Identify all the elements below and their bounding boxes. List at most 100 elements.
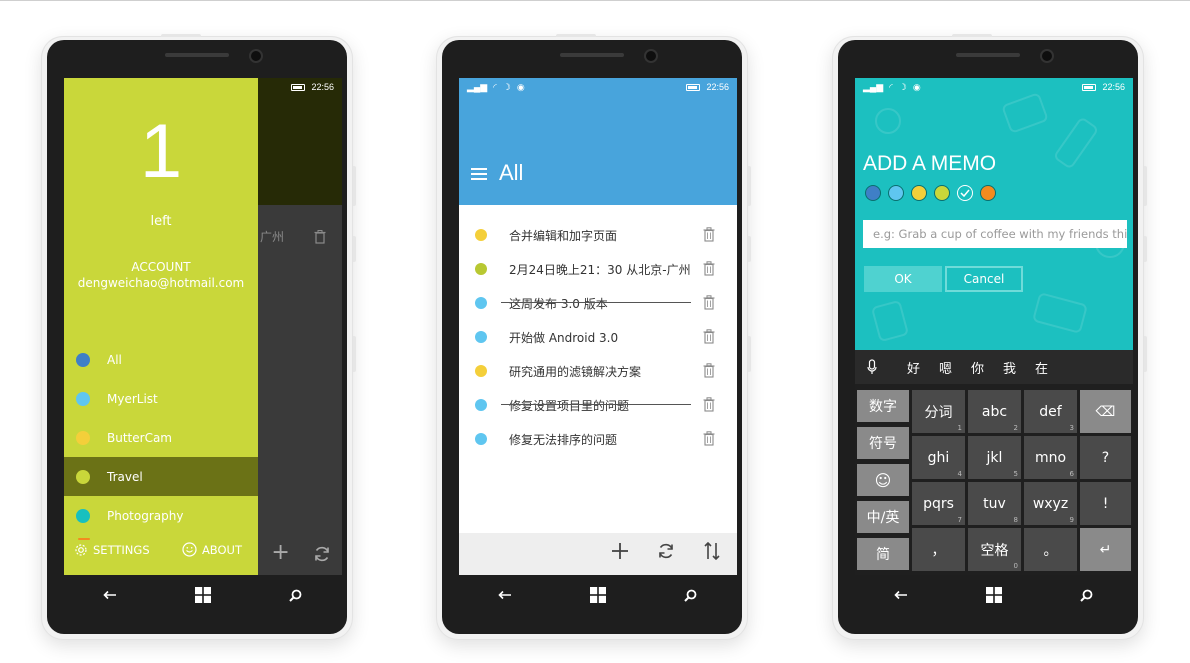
hamburger-icon[interactable] bbox=[471, 168, 487, 180]
windows-logo-icon bbox=[985, 587, 1002, 603]
about-button[interactable]: ABOUT bbox=[182, 542, 242, 557]
key-simplified[interactable]: 简 bbox=[857, 538, 909, 570]
todo-item-done[interactable]: 修复设置项目里的问题 bbox=[459, 388, 737, 422]
location-icon: ◉ bbox=[912, 81, 921, 92]
trash-icon[interactable] bbox=[703, 329, 715, 344]
phone-bezel: All ▂▄▆ ◜ ☽ ◉ 22:56 合并编辑和加字页面 2月24日晚上21：… bbox=[442, 40, 742, 634]
suggestion[interactable]: 你 bbox=[971, 358, 984, 377]
todo-list: 合并编辑和加字页面 2月24日晚上21：30 从北京-广州 这周发布 3.0 版… bbox=[459, 205, 737, 533]
microphone-button[interactable] bbox=[867, 359, 877, 379]
suggestion[interactable]: 好 bbox=[907, 358, 920, 377]
key-space[interactable]: 空格 0 bbox=[968, 528, 1021, 571]
color-swatch-teal-selected[interactable] bbox=[957, 185, 973, 201]
color-swatch-yellow[interactable] bbox=[911, 185, 927, 201]
key-symbols[interactable]: 符号 bbox=[857, 427, 909, 459]
key-digit: 7 bbox=[957, 516, 962, 524]
todo-item[interactable]: 修复无法排序的问题 bbox=[459, 422, 737, 456]
key-pqrs[interactable]: pqrs 7 bbox=[912, 482, 965, 525]
trash-icon[interactable] bbox=[703, 431, 715, 446]
back-button[interactable] bbox=[90, 580, 130, 610]
color-swatch-lightblue[interactable] bbox=[888, 185, 904, 201]
search-button[interactable] bbox=[671, 580, 711, 610]
color-swatch-blue[interactable] bbox=[865, 185, 881, 201]
key-language-toggle[interactable]: 中/英 bbox=[857, 501, 909, 533]
account-label[interactable]: ACCOUNT bbox=[64, 260, 258, 274]
key-label: ， bbox=[931, 542, 946, 559]
trash-icon[interactable] bbox=[703, 363, 715, 378]
ok-button[interactable]: OK bbox=[864, 266, 942, 292]
memo-dialog: ADD A MEMO e.g: Grab a cup of coffee wit… bbox=[855, 78, 1133, 350]
todo-item[interactable]: 合并编辑和加字页面 bbox=[459, 218, 737, 252]
trash-icon[interactable] bbox=[703, 227, 715, 242]
background-appbar: + bbox=[260, 540, 342, 565]
todo-dot bbox=[475, 433, 487, 445]
key-label: ghi bbox=[927, 449, 950, 466]
category-item-buttercam[interactable]: ButterCam bbox=[64, 418, 258, 457]
todo-text: 修复无法排序的问题 bbox=[509, 432, 618, 447]
key-exclamation[interactable]: ! bbox=[1080, 482, 1131, 525]
category-item-photography[interactable]: Photography bbox=[64, 496, 258, 535]
suggestion[interactable]: 我 bbox=[1003, 358, 1016, 377]
suggestion[interactable]: 嗯 bbox=[939, 358, 952, 377]
front-camera bbox=[1042, 51, 1052, 61]
key-period[interactable]: 。 bbox=[1024, 528, 1077, 571]
key-emoji[interactable]: ☺ bbox=[857, 464, 909, 496]
sync-button[interactable] bbox=[657, 542, 675, 564]
key-enter[interactable]: ↵ bbox=[1080, 528, 1131, 571]
todo-text: 这周发布 3.0 版本 bbox=[509, 296, 608, 311]
key-wxyz[interactable]: wxyz 9 bbox=[1024, 482, 1077, 525]
key-jkl[interactable]: jkl 5 bbox=[968, 436, 1021, 479]
key-question[interactable]: ? bbox=[1080, 436, 1131, 479]
signal-icon: ▂▄▆ bbox=[863, 81, 884, 92]
todo-dot bbox=[475, 297, 487, 309]
memo-input[interactable]: e.g: Grab a cup of coffee with my friend… bbox=[863, 220, 1127, 248]
hardware-navbar bbox=[855, 575, 1133, 615]
background-row-text: 广州 bbox=[260, 230, 285, 244]
key-backspace[interactable]: ⌫ bbox=[1080, 390, 1131, 433]
key-abc[interactable]: abc 2 bbox=[968, 390, 1021, 433]
back-button[interactable] bbox=[485, 580, 525, 610]
key-tuv[interactable]: tuv 8 bbox=[968, 482, 1021, 525]
account-email[interactable]: dengweichao@hotmail.com bbox=[64, 276, 258, 290]
windows-button[interactable] bbox=[578, 580, 618, 610]
settings-button[interactable]: SETTINGS bbox=[74, 542, 150, 557]
background-pattern bbox=[1031, 292, 1089, 334]
key-ghi[interactable]: ghi 4 bbox=[912, 436, 965, 479]
trash-icon[interactable] bbox=[703, 295, 715, 310]
color-swatch-green[interactable] bbox=[934, 185, 950, 201]
add-button[interactable] bbox=[611, 542, 629, 564]
moon-icon: ☽ bbox=[898, 81, 907, 92]
todo-item[interactable]: 2月24日晚上21：30 从北京-广州 bbox=[459, 252, 737, 286]
key-def[interactable]: def 3 bbox=[1024, 390, 1077, 433]
key-segment[interactable]: 分词 1 bbox=[912, 390, 965, 433]
front-camera bbox=[646, 51, 656, 61]
todo-item[interactable]: 研究通用的滤镜解决方案 bbox=[459, 354, 737, 388]
search-button[interactable] bbox=[276, 580, 316, 610]
category-item-all[interactable]: All bbox=[64, 340, 258, 379]
windows-button[interactable] bbox=[183, 580, 223, 610]
cancel-button[interactable]: Cancel bbox=[945, 266, 1023, 292]
category-item-travel[interactable]: Travel bbox=[64, 457, 258, 496]
category-label: ButterCam bbox=[107, 430, 172, 445]
suggestion[interactable]: 在 bbox=[1035, 358, 1048, 377]
trash-icon[interactable] bbox=[703, 397, 715, 412]
strikethrough-line bbox=[501, 302, 691, 303]
todo-item[interactable]: 开始做 Android 3.0 bbox=[459, 320, 737, 354]
category-item-myerlist[interactable]: MyerList bbox=[64, 379, 258, 418]
trash-icon[interactable] bbox=[703, 261, 715, 276]
check-icon bbox=[960, 189, 970, 197]
windows-button[interactable] bbox=[974, 580, 1014, 610]
back-button[interactable] bbox=[881, 580, 921, 610]
battery-icon bbox=[1082, 83, 1097, 91]
back-arrow-icon bbox=[498, 590, 512, 600]
category-label: MyerList bbox=[107, 391, 158, 406]
phone-add-memo: ADD A MEMO e.g: Grab a cup of coffee wit… bbox=[832, 34, 1147, 640]
key-numbers[interactable]: 数字 bbox=[857, 390, 909, 422]
key-mno[interactable]: mno 6 bbox=[1024, 436, 1077, 479]
todo-item-done[interactable]: 这周发布 3.0 版本 bbox=[459, 286, 737, 320]
smile-icon bbox=[182, 542, 197, 557]
search-button[interactable] bbox=[1067, 580, 1107, 610]
sort-button[interactable] bbox=[704, 541, 720, 564]
color-swatch-orange[interactable] bbox=[980, 185, 996, 201]
key-comma[interactable]: ， bbox=[912, 528, 965, 571]
